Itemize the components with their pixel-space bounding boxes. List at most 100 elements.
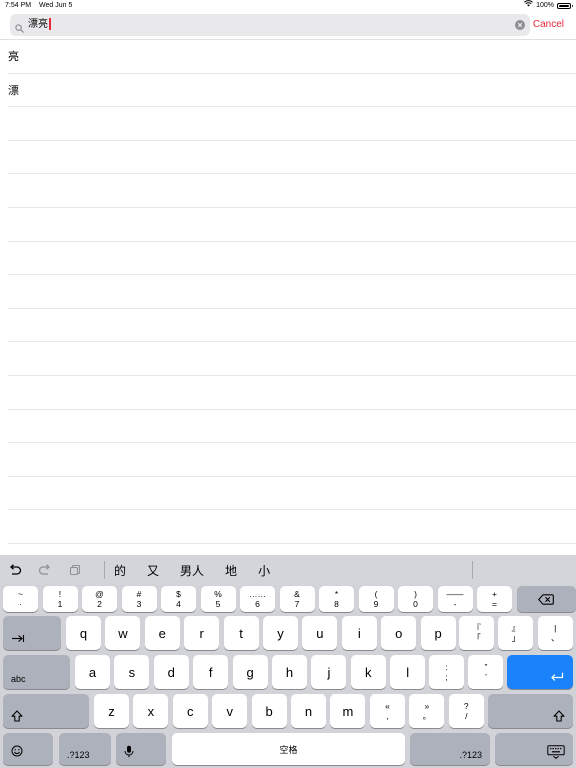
key-bottom-label: 8: [334, 599, 339, 609]
key-number-10-labels: ) 0: [413, 589, 418, 609]
key-number-7[interactable]: & 7: [279, 586, 315, 612]
search-field[interactable]: 漂亮: [10, 14, 530, 36]
key-number-3[interactable]: #3: [121, 586, 157, 612]
key-e[interactable]: e: [144, 616, 180, 650]
undo-icon[interactable]: [0, 555, 30, 585]
paste-icon[interactable]: [60, 555, 90, 585]
key-n-label: n: [304, 703, 313, 719]
key-punct-r3-0[interactable]: «,: [370, 694, 405, 728]
key-bottom-label: 2: [97, 599, 102, 609]
key-u[interactable]: u: [302, 616, 338, 650]
abc-key[interactable]: abc: [3, 655, 70, 689]
key-j-label: j: [327, 664, 331, 680]
key-p[interactable]: p: [420, 616, 456, 650]
key-punct-r3-0-labels: «,: [385, 701, 390, 721]
candidate-item[interactable]: 地: [219, 562, 243, 579]
key-number-9[interactable]: (9: [358, 586, 394, 612]
right-shift-key[interactable]: [488, 694, 573, 728]
key-t[interactable]: t: [223, 616, 259, 650]
key-d[interactable]: d: [153, 655, 189, 689]
key-y[interactable]: y: [263, 616, 298, 650]
keyboard: 的又男人地小 ~ ·! 1 @2 #3 $4% 5…… 6 & 7 * 8 (9 ) 0 —— - + = q w e r t…: [0, 555, 576, 768]
key-number-0[interactable]: ~ ·: [3, 586, 38, 612]
key-j[interactable]: j: [311, 655, 347, 689]
candidate-item[interactable]: 小: [252, 562, 276, 579]
key-q[interactable]: q: [66, 616, 101, 650]
key-number-10[interactable]: ) 0: [398, 586, 433, 612]
clear-search-icon[interactable]: [515, 20, 525, 30]
key-a-label: a: [88, 664, 97, 680]
candidate-item[interactable]: 男人: [174, 562, 210, 579]
tab-key[interactable]: [3, 616, 61, 650]
key-top-label: *: [334, 589, 339, 599]
key-number-1[interactable]: ! 1: [42, 586, 78, 612]
key-punct-r1-1[interactable]: 』」: [498, 616, 534, 650]
numbers-key-left[interactable]: .?123: [59, 733, 111, 765]
key-punct-r2-0[interactable]: :;: [429, 655, 464, 689]
key-m[interactable]: m: [330, 694, 366, 728]
key-s[interactable]: s: [114, 655, 150, 689]
key-x[interactable]: x: [133, 694, 169, 728]
key-top-label: %: [214, 589, 222, 599]
key-number-11[interactable]: —— -: [437, 586, 473, 612]
key-top-label: ~: [18, 589, 23, 599]
key-f[interactable]: f: [193, 655, 229, 689]
key-b[interactable]: b: [251, 694, 287, 728]
numbers-key-label: .?123: [459, 750, 482, 760]
key-top-label: ): [414, 589, 417, 599]
key-number-5[interactable]: % 5: [200, 586, 236, 612]
key-bottom-label: 9: [373, 599, 379, 609]
key-f-label: f: [208, 664, 213, 680]
key-top-label: (: [374, 589, 378, 599]
key-l-label: l: [406, 664, 410, 680]
left-shift-key[interactable]: [3, 694, 89, 728]
key-punct-r1-0[interactable]: 『「: [459, 616, 494, 650]
dismiss-keyboard-key[interactable]: [495, 733, 573, 765]
list-item[interactable]: 亮: [8, 40, 576, 74]
key-number-2[interactable]: @2: [82, 586, 117, 612]
list-item[interactable]: 漂: [8, 74, 576, 108]
redo-icon[interactable]: [30, 555, 60, 585]
result-list: 亮漂: [0, 40, 576, 555]
key-c[interactable]: c: [172, 694, 208, 728]
numbers-key-right[interactable]: .?123: [410, 733, 490, 765]
key-punct-r3-2[interactable]: ? /: [448, 694, 484, 728]
key-h[interactable]: h: [272, 655, 307, 689]
key-punct-r1-2[interactable]: |、: [537, 616, 573, 650]
key-number-4[interactable]: $4: [161, 586, 196, 612]
key-punct-r1-2-labels: |、: [551, 623, 560, 643]
candidate-item[interactable]: 又: [141, 562, 165, 579]
emoji-key[interactable]: [3, 733, 53, 765]
key-number-8[interactable]: * 8: [319, 586, 354, 612]
key-h-label: h: [285, 664, 294, 680]
space-key[interactable]: 空格: [172, 733, 405, 765]
return-key[interactable]: [507, 655, 573, 689]
key-o[interactable]: o: [381, 616, 417, 650]
candidate-item[interactable]: 的: [108, 562, 132, 579]
list-item: [8, 174, 576, 208]
cancel-button[interactable]: Cancel: [533, 19, 564, 30]
key-punct-r3-1[interactable]: »。: [409, 694, 445, 728]
candidate-separator: [104, 561, 105, 579]
key-i[interactable]: i: [341, 616, 377, 650]
key-k[interactable]: k: [350, 655, 386, 689]
search-input[interactable]: 漂亮: [28, 16, 508, 34]
key-number-8-labels: * 8: [334, 589, 339, 609]
key-punct-r2-1[interactable]: ”’: [468, 655, 504, 689]
key-w[interactable]: w: [105, 616, 141, 650]
key-g[interactable]: g: [232, 655, 268, 689]
list-item: [8, 107, 576, 141]
key-l[interactable]: l: [390, 655, 426, 689]
key-a[interactable]: a: [75, 655, 110, 689]
key-r[interactable]: r: [184, 616, 220, 650]
key-bottom-label: /: [465, 711, 468, 721]
key-number-6[interactable]: …… 6: [240, 586, 275, 612]
key-n[interactable]: n: [291, 694, 326, 728]
key-v[interactable]: v: [212, 694, 248, 728]
key-top-label: +: [492, 589, 497, 599]
dictation-key[interactable]: [116, 733, 166, 765]
key-number-12[interactable]: + =: [477, 586, 512, 612]
list-item: [8, 141, 576, 175]
delete-key[interactable]: [516, 586, 576, 612]
key-z[interactable]: z: [94, 694, 129, 728]
